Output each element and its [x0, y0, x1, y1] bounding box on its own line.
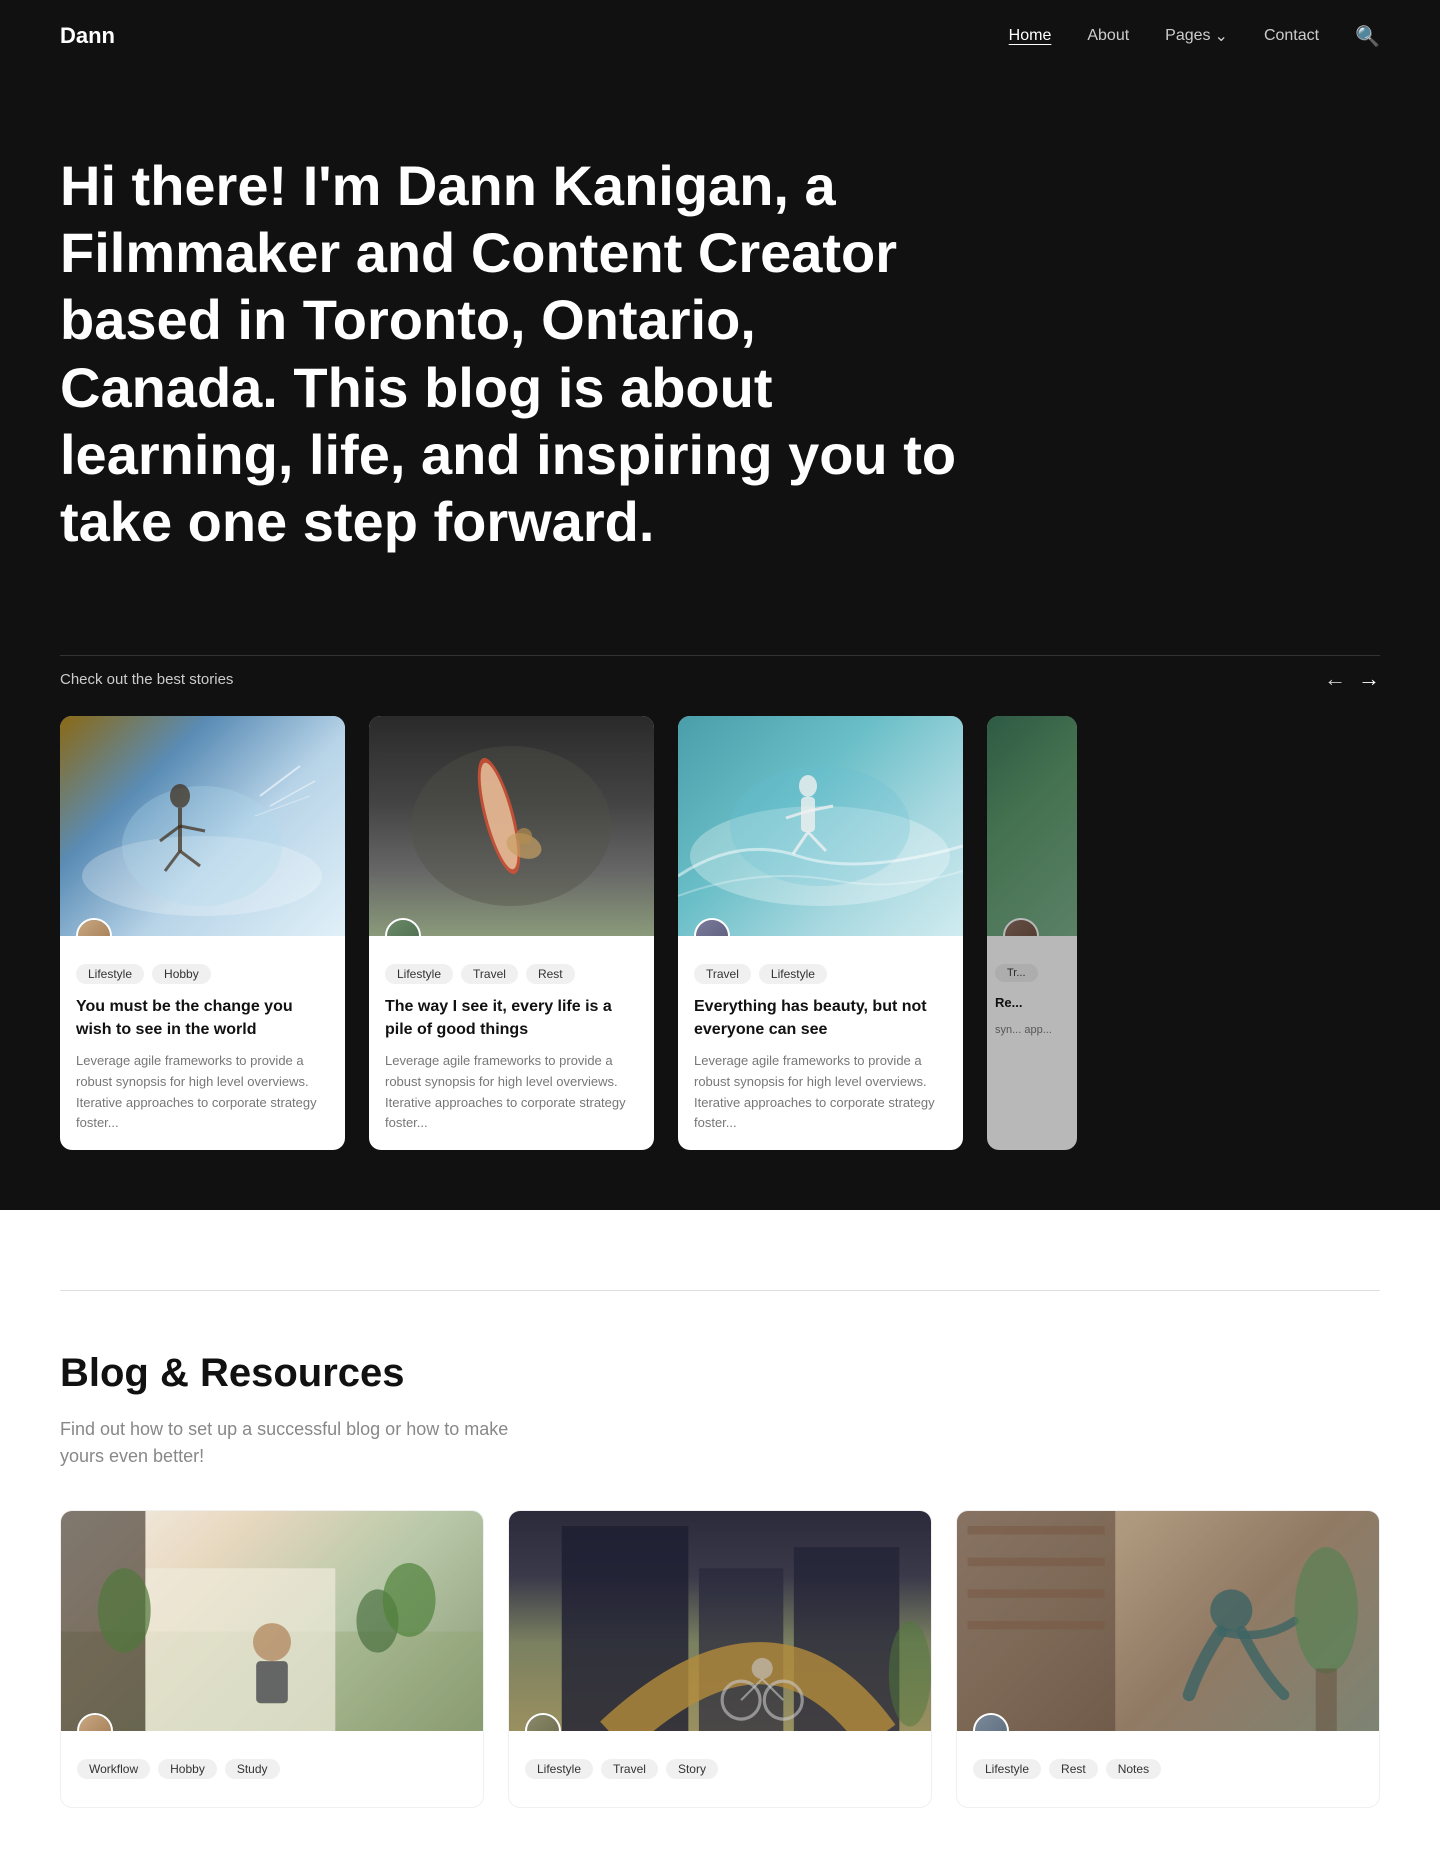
stories-cards-container: Lifestyle Hobby You must be the change y… [60, 716, 1380, 1150]
tag-row: Lifestyle Travel Story [525, 1759, 915, 1779]
blog-card-body: Lifestyle Travel Story [509, 1731, 931, 1807]
tag-lifestyle[interactable]: Lifestyle [525, 1759, 593, 1779]
avatar [1003, 918, 1039, 936]
tag-travel[interactable]: Travel [694, 964, 751, 984]
blog-card[interactable]: Lifestyle Rest Notes [956, 1510, 1380, 1808]
site-logo[interactable]: Dann [60, 23, 115, 49]
story-card-image [60, 716, 345, 936]
stories-next-button[interactable]: → [1358, 666, 1380, 692]
story-card-body: Travel Lifestyle Everything has beauty, … [678, 936, 963, 1150]
tag-study[interactable]: Study [225, 1759, 280, 1779]
story-excerpt: Leverage agile frameworks to provide a r… [76, 1051, 329, 1134]
tag-rest[interactable]: Rest [526, 964, 575, 984]
tag-workflow[interactable]: Workflow [77, 1759, 150, 1779]
blog-card[interactable]: Lifestyle Travel Story [508, 1510, 932, 1808]
stories-header: Check out the best stories ← → [60, 655, 1380, 692]
tag-row: Lifestyle Travel Rest [385, 964, 638, 984]
section-divider [60, 1290, 1380, 1291]
search-icon[interactable]: 🔍 [1355, 24, 1380, 49]
story-title: You must be the change you wish to see i… [76, 996, 329, 1041]
tag-notes[interactable]: Notes [1106, 1759, 1161, 1779]
blog-card-body: Lifestyle Rest Notes [957, 1731, 1379, 1807]
tag-rest[interactable]: Rest [1049, 1759, 1098, 1779]
story-card-body: Lifestyle Hobby You must be the change y… [60, 936, 345, 1150]
tag-row: Lifestyle Hobby [76, 964, 329, 984]
blog-card-body: Workflow Hobby Study [61, 1731, 483, 1807]
stories-section: Check out the best stories ← → [0, 655, 1440, 1210]
tag-travel[interactable]: Travel [461, 964, 518, 984]
story-excerpt: Leverage agile frameworks to provide a r… [694, 1051, 947, 1134]
tag-lifestyle[interactable]: Lifestyle [76, 964, 144, 984]
stories-label: Check out the best stories [60, 671, 233, 688]
story-card-image [678, 716, 963, 936]
hero-heading: Hi there! I'm Dann Kanigan, a Filmmaker … [60, 152, 960, 555]
blog-cards-container: Workflow Hobby Study [60, 1510, 1380, 1808]
story-card[interactable]: Lifestyle Hobby You must be the change y… [60, 716, 345, 1150]
nav-pages[interactable]: Pages ⌄ [1165, 26, 1228, 46]
story-title: Everything has beauty, but not everyone … [694, 996, 947, 1041]
blog-card-image [509, 1511, 931, 1731]
tag-row: Lifestyle Rest Notes [973, 1759, 1363, 1779]
tag-lifestyle[interactable]: Lifestyle [759, 964, 827, 984]
tag-lifestyle[interactable]: Lifestyle [385, 964, 453, 984]
nav-about[interactable]: About [1087, 27, 1129, 45]
stories-prev-button[interactable]: ← [1324, 666, 1346, 692]
story-card[interactable]: Travel Lifestyle Everything has beauty, … [678, 716, 963, 1150]
story-excerpt-partial: syn... app... [995, 1022, 1069, 1040]
blog-section: Blog & Resources Find out how to set up … [0, 1210, 1440, 1868]
nav-home[interactable]: Home [1009, 27, 1052, 45]
story-excerpt: Leverage agile frameworks to provide a r… [385, 1051, 638, 1134]
tag-partial[interactable]: Tr... [995, 964, 1038, 982]
story-card[interactable]: Lifestyle Travel Rest The way I see it, … [369, 716, 654, 1150]
nav-links: Home About Pages ⌄ Contact 🔍 [1009, 24, 1380, 49]
blog-subtitle: Find out how to set up a successful blog… [60, 1416, 510, 1470]
tag-hobby[interactable]: Hobby [152, 964, 211, 984]
blog-card[interactable]: Workflow Hobby Study [60, 1510, 484, 1808]
navbar: Dann Home About Pages ⌄ Contact 🔍 [0, 0, 1440, 72]
story-card-body: Lifestyle Travel Rest The way I see it, … [369, 936, 654, 1150]
story-card-image-partial [987, 716, 1077, 936]
blog-card-image [61, 1511, 483, 1731]
blog-card-image [957, 1511, 1379, 1731]
story-title: The way I see it, every life is a pile o… [385, 996, 638, 1041]
tag-lifestyle[interactable]: Lifestyle [973, 1759, 1041, 1779]
nav-contact[interactable]: Contact [1264, 27, 1319, 45]
hero-section: Hi there! I'm Dann Kanigan, a Filmmaker … [0, 72, 1440, 655]
story-title-partial: Re... [995, 994, 1069, 1012]
story-card-image [369, 716, 654, 936]
tag-row: Workflow Hobby Study [77, 1759, 467, 1779]
story-card-partial: Tr... Re... syn... app... [987, 716, 1077, 1150]
tag-row: Travel Lifestyle [694, 964, 947, 984]
chevron-down-icon: ⌄ [1215, 26, 1228, 46]
stories-navigation: ← → [1324, 666, 1380, 692]
tag-story[interactable]: Story [666, 1759, 718, 1779]
tag-hobby[interactable]: Hobby [158, 1759, 217, 1779]
blog-heading: Blog & Resources [60, 1351, 1380, 1396]
tag-travel[interactable]: Travel [601, 1759, 658, 1779]
